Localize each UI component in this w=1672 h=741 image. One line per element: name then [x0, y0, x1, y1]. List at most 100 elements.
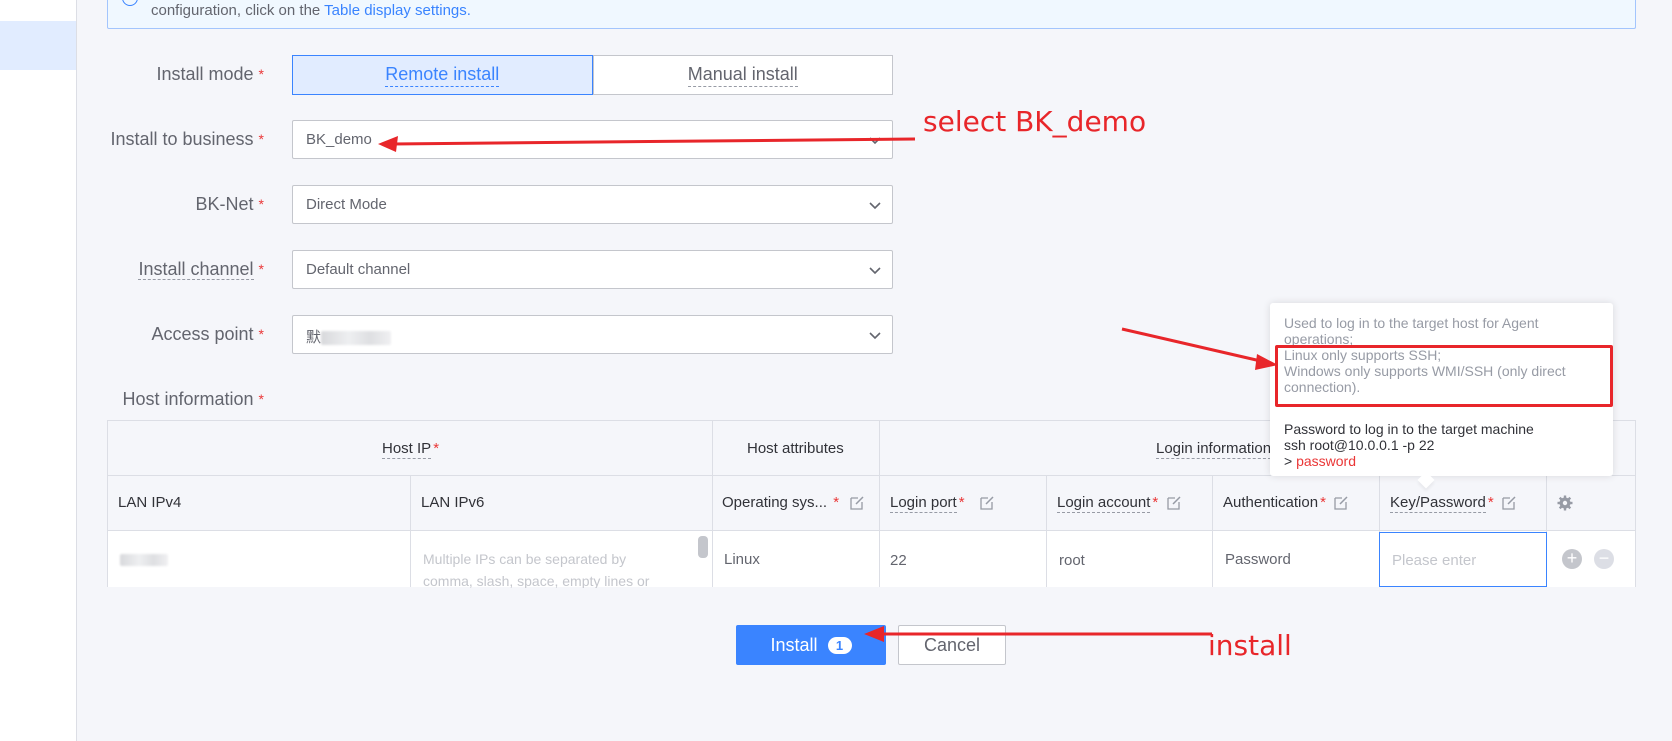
host-information-label: Host information *: [122, 389, 264, 410]
required-mark: *: [258, 66, 264, 82]
install-channel-select-value: Default channel: [306, 261, 411, 278]
add-row-button[interactable]: +: [1562, 549, 1582, 569]
bk-net-select[interactable]: Direct Mode: [292, 185, 893, 224]
install-channel-label: Install channel *: [138, 259, 264, 280]
tooltip-prompt: >: [1284, 453, 1293, 469]
arrow-to-tooltip: [1121, 327, 1266, 364]
install-button[interactable]: Install 1: [736, 625, 886, 665]
textarea-scrollbar[interactable]: [698, 536, 708, 558]
business-select[interactable]: BK_demo: [292, 120, 893, 159]
login-information-group-header: Login information: [1156, 440, 1272, 459]
required-mark: *: [258, 196, 264, 212]
annotation-highlight-box: [1275, 345, 1613, 407]
tooltip-password-word: password: [1296, 453, 1356, 469]
remote-install-option[interactable]: Remote install: [292, 55, 593, 95]
lan-ipv6-textarea[interactable]: Multiple IPs can be separated by comma, …: [423, 548, 698, 588]
table-display-settings-link[interactable]: Table display settings.: [324, 2, 471, 19]
os-cell[interactable]: Linux: [724, 551, 760, 568]
left-navigation-rail: [0, 0, 77, 741]
banner-text: configuration, click on the: [151, 2, 321, 19]
access-point-label: Access point *: [151, 324, 264, 345]
install-channel-label-text: Install channel: [138, 259, 254, 280]
login-information-header-text: Login information: [1156, 440, 1272, 459]
password-input-placeholder: Please enter: [1392, 552, 1477, 569]
bk-net-label-text: BK-Net: [195, 194, 254, 214]
column-lan-ipv6: LAN IPv6: [421, 494, 485, 511]
column-lan-ipv4: LAN IPv4: [118, 494, 182, 511]
bk-net-label: BK-Net *: [196, 194, 264, 215]
gear-icon[interactable]: [1557, 495, 1573, 511]
chevron-down-icon: [869, 332, 881, 340]
authentication-header-text: Authentication: [1223, 494, 1319, 511]
redacted-ip: [120, 554, 168, 567]
access-point-label-text: Access point: [151, 324, 254, 344]
annotation-install: install: [1208, 629, 1292, 662]
info-icon: [122, 0, 138, 6]
authentication-cell[interactable]: Password: [1225, 551, 1291, 568]
required-mark: *: [1152, 494, 1159, 511]
operating-system-header-text: Operating sys...: [722, 494, 828, 511]
required-mark: *: [433, 440, 440, 457]
batch-edit-icon[interactable]: [1167, 495, 1182, 510]
cancel-button[interactable]: Cancel: [898, 625, 1006, 665]
access-point-value-text: 默: [306, 329, 322, 346]
chevron-down-icon: [869, 202, 881, 210]
host-ip-group-header: Host IP *: [382, 440, 440, 459]
required-mark: *: [1487, 494, 1494, 511]
install-count-badge: 1: [827, 636, 852, 654]
batch-edit-icon[interactable]: [980, 495, 995, 510]
business-select-value: BK_demo: [306, 131, 372, 148]
host-information-label-text: Host information: [122, 389, 254, 409]
install-business-label-text: Install to business: [110, 129, 254, 149]
install-mode-label-text: Install mode: [156, 64, 254, 84]
tooltip-line: Password to log in to the target machine: [1284, 421, 1534, 437]
ipv6-placeholder-line: comma, slash, space, empty lines or: [423, 573, 650, 588]
host-ip-header-text: Host IP: [382, 440, 432, 459]
key-password-header-text: Key/Password: [1390, 494, 1486, 513]
required-mark: *: [833, 494, 840, 511]
batch-edit-icon[interactable]: [1334, 495, 1349, 510]
password-input[interactable]: Please enter: [1379, 532, 1547, 587]
required-mark: *: [258, 391, 264, 407]
info-banner: configuration, click on the Table displa…: [107, 0, 1636, 29]
lan-ipv4-cell[interactable]: [120, 551, 168, 568]
column-key-password: Key/Password *: [1390, 494, 1494, 513]
remove-row-button[interactable]: −: [1594, 549, 1614, 569]
annotation-select-business: select BK_demo: [923, 105, 1147, 138]
access-point-select[interactable]: 默: [292, 315, 893, 354]
manual-install-label: Manual install: [687, 64, 798, 87]
bk-net-select-value: Direct Mode: [306, 196, 387, 213]
column-authentication: Authentication *: [1223, 494, 1326, 511]
required-mark: *: [258, 131, 264, 147]
tooltip-example: Password to log in to the target machine…: [1284, 421, 1604, 469]
install-channel-select[interactable]: Default channel: [292, 250, 893, 289]
install-button-label: Install: [770, 634, 818, 655]
ipv6-placeholder-line: Multiple IPs can be separated by: [423, 551, 627, 567]
access-point-select-value: 默: [306, 326, 392, 347]
install-business-label: Install to business *: [110, 129, 264, 150]
info-banner-text: configuration, click on the Table displa…: [151, 2, 471, 19]
chevron-down-icon: [869, 137, 881, 145]
batch-edit-icon[interactable]: [850, 495, 865, 510]
install-mode-label: Install mode *: [156, 64, 264, 85]
login-account-cell[interactable]: root: [1059, 552, 1085, 569]
required-mark: *: [258, 261, 264, 277]
batch-edit-icon[interactable]: [1502, 495, 1517, 510]
login-port-header-text: Login port: [890, 494, 957, 513]
install-mode-toggle[interactable]: Remote install Manual install: [292, 55, 893, 95]
login-account-header-text: Login account: [1057, 494, 1151, 513]
required-mark: *: [1320, 494, 1326, 511]
column-login-port: Login port *: [890, 494, 965, 513]
tooltip-line: > password: [1284, 453, 1604, 469]
remote-install-label: Remote install: [385, 64, 500, 87]
required-mark: *: [958, 494, 965, 511]
login-port-cell[interactable]: 22: [890, 552, 907, 569]
nav-active-item[interactable]: [0, 21, 76, 70]
column-login-account: Login account *: [1057, 494, 1159, 513]
manual-install-option[interactable]: Manual install: [592, 55, 893, 95]
tooltip-line: Used to log in to the target host for Ag…: [1284, 315, 1539, 331]
host-attributes-group-header: Host attributes: [747, 440, 844, 457]
required-mark: *: [258, 326, 264, 342]
cancel-button-label: Cancel: [923, 634, 981, 655]
redacted-value: [321, 331, 392, 346]
